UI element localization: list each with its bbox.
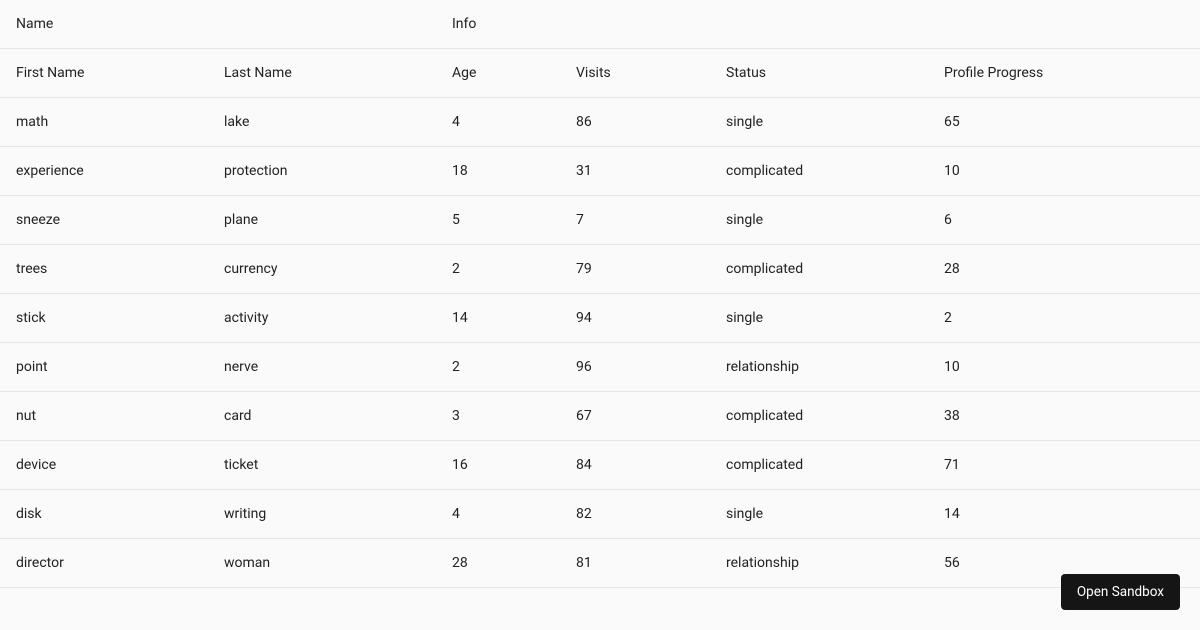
cell-status: single xyxy=(710,196,928,245)
table-row: director woman 28 81 relationship 56 xyxy=(0,539,1200,588)
cell-last-name: woman xyxy=(208,539,436,588)
column-header-visits[interactable]: Visits xyxy=(560,49,710,98)
cell-age: 2 xyxy=(436,343,560,392)
cell-status: single xyxy=(710,98,928,147)
cell-first-name: device xyxy=(0,441,208,490)
cell-visits: 7 xyxy=(560,196,710,245)
column-header-status[interactable]: Status xyxy=(710,49,928,98)
table-row: point nerve 2 96 relationship 10 xyxy=(0,343,1200,392)
cell-status: complicated xyxy=(710,392,928,441)
cell-progress: 38 xyxy=(928,392,1200,441)
cell-progress: 10 xyxy=(928,343,1200,392)
cell-last-name: lake xyxy=(208,98,436,147)
cell-progress: 6 xyxy=(928,196,1200,245)
cell-progress: 10 xyxy=(928,147,1200,196)
column-header-last-name[interactable]: Last Name xyxy=(208,49,436,98)
cell-progress: 28 xyxy=(928,245,1200,294)
cell-visits: 94 xyxy=(560,294,710,343)
cell-age: 5 xyxy=(436,196,560,245)
cell-last-name: protection xyxy=(208,147,436,196)
cell-status: relationship xyxy=(710,343,928,392)
group-header-info[interactable]: Info xyxy=(436,0,1200,49)
cell-progress: 65 xyxy=(928,98,1200,147)
cell-last-name: plane xyxy=(208,196,436,245)
cell-last-name: writing xyxy=(208,490,436,539)
table-row: nut card 3 67 complicated 38 xyxy=(0,392,1200,441)
cell-age: 14 xyxy=(436,294,560,343)
open-sandbox-button[interactable]: Open Sandbox xyxy=(1061,574,1180,610)
cell-first-name: trees xyxy=(0,245,208,294)
cell-first-name: math xyxy=(0,98,208,147)
cell-status: single xyxy=(710,294,928,343)
table-column-header-row: First Name Last Name Age Visits Status P… xyxy=(0,49,1200,98)
cell-visits: 96 xyxy=(560,343,710,392)
group-header-name[interactable]: Name xyxy=(0,0,436,49)
cell-age: 28 xyxy=(436,539,560,588)
cell-last-name: nerve xyxy=(208,343,436,392)
cell-visits: 79 xyxy=(560,245,710,294)
cell-first-name: point xyxy=(0,343,208,392)
cell-last-name: card xyxy=(208,392,436,441)
column-header-first-name[interactable]: First Name xyxy=(0,49,208,98)
cell-status: complicated xyxy=(710,245,928,294)
cell-visits: 81 xyxy=(560,539,710,588)
cell-age: 4 xyxy=(436,490,560,539)
cell-last-name: ticket xyxy=(208,441,436,490)
cell-status: single xyxy=(710,490,928,539)
cell-last-name: activity xyxy=(208,294,436,343)
data-table: Name Info First Name Last Name Age Visit… xyxy=(0,0,1200,588)
table-row: experience protection 18 31 complicated … xyxy=(0,147,1200,196)
cell-age: 16 xyxy=(436,441,560,490)
column-header-progress[interactable]: Profile Progress xyxy=(928,49,1200,98)
cell-progress: 14 xyxy=(928,490,1200,539)
table-row: trees currency 2 79 complicated 28 xyxy=(0,245,1200,294)
table-row: math lake 4 86 single 65 xyxy=(0,98,1200,147)
cell-status: complicated xyxy=(710,441,928,490)
cell-first-name: director xyxy=(0,539,208,588)
cell-age: 3 xyxy=(436,392,560,441)
cell-visits: 31 xyxy=(560,147,710,196)
cell-first-name: experience xyxy=(0,147,208,196)
cell-age: 4 xyxy=(436,98,560,147)
cell-first-name: sneeze xyxy=(0,196,208,245)
table-group-header-row: Name Info xyxy=(0,0,1200,49)
cell-status: relationship xyxy=(710,539,928,588)
table-row: device ticket 16 84 complicated 71 xyxy=(0,441,1200,490)
cell-status: complicated xyxy=(710,147,928,196)
cell-first-name: disk xyxy=(0,490,208,539)
table-row: sneeze plane 5 7 single 6 xyxy=(0,196,1200,245)
cell-visits: 67 xyxy=(560,392,710,441)
cell-first-name: stick xyxy=(0,294,208,343)
cell-progress: 2 xyxy=(928,294,1200,343)
cell-visits: 82 xyxy=(560,490,710,539)
cell-last-name: currency xyxy=(208,245,436,294)
cell-first-name: nut xyxy=(0,392,208,441)
cell-progress: 71 xyxy=(928,441,1200,490)
table-body: math lake 4 86 single 65 experience prot… xyxy=(0,98,1200,588)
cell-age: 2 xyxy=(436,245,560,294)
cell-visits: 84 xyxy=(560,441,710,490)
table-row: stick activity 14 94 single 2 xyxy=(0,294,1200,343)
table-row: disk writing 4 82 single 14 xyxy=(0,490,1200,539)
cell-age: 18 xyxy=(436,147,560,196)
cell-visits: 86 xyxy=(560,98,710,147)
column-header-age[interactable]: Age xyxy=(436,49,560,98)
